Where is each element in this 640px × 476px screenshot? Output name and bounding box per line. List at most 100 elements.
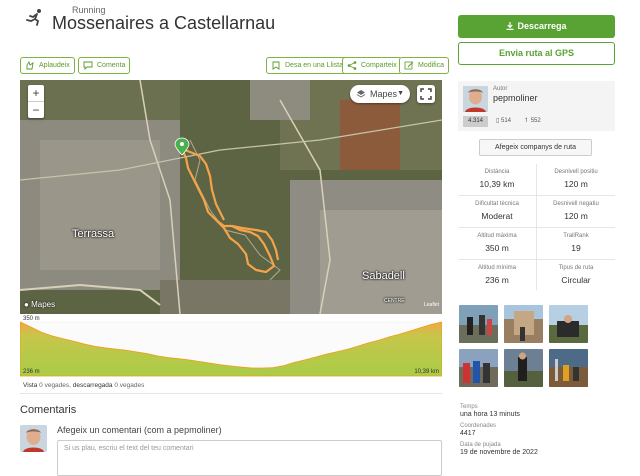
views-stats: Vista 0 vegades, descarregada 0 vegades <box>23 382 145 389</box>
comment-input[interactable]: Si us plau, escriu el text del teu comen… <box>57 440 442 476</box>
add-companions-button[interactable]: Afegeix companys de ruta <box>479 139 592 156</box>
map-brand: ● Mapes <box>24 300 55 309</box>
stat-label: Dificultat tècnica <box>475 201 519 207</box>
route-header: Running Mossenaires a Castellarnau <box>20 4 440 38</box>
map-label-terrassa: Terrassa <box>72 228 115 240</box>
stat-difficulty: Dificultat tècnica Moderat <box>458 196 536 227</box>
stat-label: Altitud màxima <box>477 233 517 239</box>
running-icon <box>26 9 41 26</box>
stat-label: Desnivell positiu <box>554 169 598 175</box>
stat-value: 10,39 km <box>479 179 515 189</box>
zoom-out-button[interactable]: − <box>28 101 44 117</box>
stat-label: TrailRank <box>563 233 589 239</box>
zoom-in-button[interactable]: + <box>28 85 44 101</box>
routes-count: 514 <box>500 118 511 124</box>
downloads-label: descarregada <box>72 382 113 389</box>
author-avatar[interactable] <box>463 86 488 112</box>
edit-button[interactable]: Modifica <box>399 57 450 74</box>
download-button[interactable]: Descarrega <box>458 15 615 38</box>
edit-label: Modifica <box>418 62 445 69</box>
followers-icon: ↿ <box>524 118 530 124</box>
map-brand-icon: ● <box>24 300 29 309</box>
edit-icon <box>404 61 414 70</box>
elevation-chart <box>19 321 443 377</box>
map-type-label: Mapes <box>370 89 398 99</box>
download-label: Descarrega <box>517 21 567 31</box>
map-attribution: Leaflet <box>424 302 440 308</box>
author-followers: ↿ 552 <box>524 117 541 124</box>
share-icon <box>347 61 357 70</box>
stat-value: 19 <box>571 243 581 253</box>
stat-min-altitude: Altitud mínima 236 m <box>458 260 536 291</box>
share-label: Comparteix <box>361 62 397 69</box>
downloads-count: 0 vegades <box>114 382 145 389</box>
photo-thumbnail[interactable] <box>549 305 588 343</box>
stat-value: 120 m <box>564 179 588 189</box>
views-count: 0 vegades <box>39 382 70 389</box>
stat-label: Desnivell negatiu <box>553 201 599 207</box>
coords-value: 4417 <box>460 430 476 437</box>
map-label-centre: CENTRE <box>384 298 405 304</box>
comment-button[interactable]: Comenta <box>78 57 131 74</box>
stat-distance: Distància 10,39 km <box>458 164 536 195</box>
stat-elevation-gain: Desnivell positiu 120 m <box>537 164 615 195</box>
photo-thumbnail[interactable] <box>504 349 543 387</box>
date-label: Data de pujada <box>460 442 501 448</box>
author-routes: ▯ 514 <box>496 117 511 124</box>
author-caption: Autor <box>493 86 508 92</box>
elevation-distance-label: 10,39 km <box>414 369 439 375</box>
applaud-label: Aplaudeix <box>39 62 70 69</box>
map-type-dropdown[interactable]: Mapes ▼ <box>350 85 410 103</box>
comment-icon <box>83 61 93 70</box>
author-card: Autor pepmoliner 4.314 ▯ 514 ↿ 552 <box>458 81 615 131</box>
share-button[interactable]: Comparteix <box>342 57 402 74</box>
stat-trailrank: TrailRank 19 <box>537 228 615 259</box>
photo-thumbnail[interactable] <box>459 349 498 387</box>
stat-route-type: Tipus de ruta Circular <box>537 260 615 291</box>
send-gps-button[interactable]: Envia ruta al GPS <box>458 42 615 65</box>
views-label: Vista <box>23 382 38 389</box>
save-list-label: Desa en una Llista <box>285 62 343 69</box>
date-value: 19 de novembre de 2022 <box>460 449 538 456</box>
route-map[interactable]: + − Mapes ▼ Terrassa Sabadell CENTRE ● M… <box>20 80 442 314</box>
stat-label: Altitud mínima <box>477 265 516 271</box>
time-value: una hora 13 minuts <box>460 411 520 418</box>
map-label-sabadell: Sabadell <box>362 270 405 282</box>
stat-value: 350 m <box>485 243 509 253</box>
avatar <box>20 425 47 452</box>
download-icon <box>506 22 514 30</box>
elevation-min-label: 236 m <box>23 369 40 375</box>
elevation-max-label: 350 m <box>23 316 40 322</box>
applaud-button[interactable]: Aplaudeix <box>20 57 75 74</box>
photo-thumbnail[interactable] <box>549 349 588 387</box>
routes-icon: ▯ <box>496 118 500 124</box>
route-meta: Temps una hora 13 minuts Coordenades 441… <box>460 404 620 461</box>
chevron-down-icon: ▼ <box>397 90 404 97</box>
layers-icon <box>356 90 366 98</box>
elevation-profile: 350 m 236 m 10,39 km <box>19 316 443 378</box>
map-brand-label: Mapes <box>31 300 56 309</box>
divider <box>20 393 442 394</box>
save-list-button[interactable]: Desa en una Llista <box>266 57 348 74</box>
route-stats: Distància 10,39 km Desnivell positiu 120… <box>458 164 615 290</box>
clap-icon <box>26 61 34 70</box>
photo-thumbnail[interactable] <box>504 305 543 343</box>
author-name[interactable]: pepmoliner <box>493 93 538 103</box>
stat-value: 236 m <box>485 275 509 285</box>
stat-value: Circular <box>561 275 591 285</box>
coords-label: Coordenades <box>460 423 497 429</box>
comments-heading: Comentaris <box>20 404 77 416</box>
stat-label: Distància <box>484 169 510 175</box>
photo-thumbnail[interactable] <box>459 305 498 343</box>
bookmark-icon <box>272 61 280 70</box>
time-label: Temps <box>460 404 478 410</box>
action-bar: Aplaudeix Comenta Desa en una Llista Com… <box>20 57 450 75</box>
comment-label: Comenta <box>97 62 126 69</box>
stat-label: Tipus de ruta <box>558 265 594 271</box>
stat-value: 120 m <box>564 211 588 221</box>
stat-max-altitude: Altitud màxima 350 m <box>458 228 536 259</box>
add-comment-label: Afegeix un comentari (com a pepmoliner) <box>57 425 222 435</box>
stat-value: Moderat <box>481 211 513 221</box>
page-title: Mossenaires a Castellarnau <box>52 13 276 33</box>
fullscreen-button[interactable] <box>417 85 435 103</box>
